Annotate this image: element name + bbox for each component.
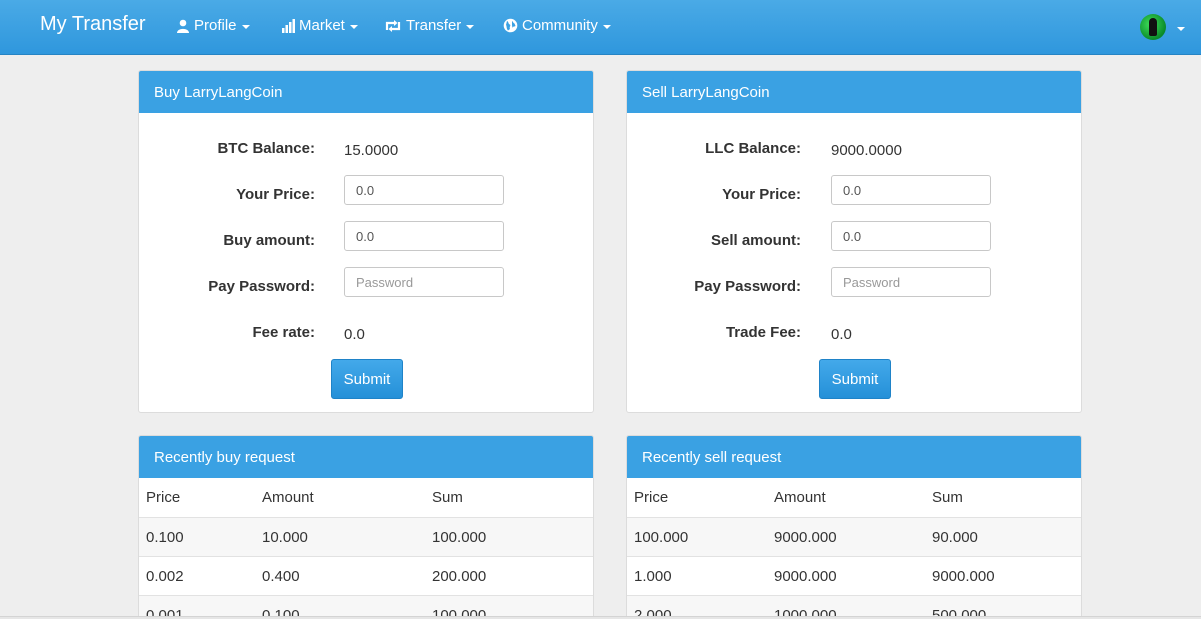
cell-price: 100.000 xyxy=(634,529,689,546)
column-header-amount: Amount xyxy=(774,489,826,506)
sell-submit-button[interactable]: Submit xyxy=(819,359,891,399)
table-row: 1.000 9000.000 9000.000 xyxy=(627,556,1081,595)
table-row: 0.002 0.400 200.000 xyxy=(139,556,593,595)
sell-panel-title: Sell LarryLangCoin xyxy=(627,71,1081,113)
trade-fee-label: Trade Fee: xyxy=(725,324,801,341)
user-menu-chevron-icon[interactable] xyxy=(1177,27,1185,31)
globe-icon xyxy=(503,18,518,33)
cell-amount: 0.400 xyxy=(262,568,300,585)
column-header-sum: Sum xyxy=(932,489,963,506)
cell-sum: 100.000 xyxy=(432,529,487,546)
sell-amount-input[interactable] xyxy=(831,221,991,251)
cell-sum: 9000.000 xyxy=(932,568,995,585)
chevron-down-icon xyxy=(241,24,250,29)
nav-profile[interactable]: Profile xyxy=(176,17,250,34)
buy-panel-title: Buy LarryLangCoin xyxy=(139,71,593,113)
btc-balance-label: BTC Balance: xyxy=(217,140,315,157)
buy-submit-button[interactable]: Submit xyxy=(331,359,403,399)
nav-transfer-label: Transfer xyxy=(406,17,462,34)
nav-market[interactable]: Market xyxy=(281,17,358,34)
buy-fee-rate-label: Fee rate: xyxy=(252,324,315,341)
cell-amount: 9000.000 xyxy=(774,568,837,585)
llc-balance-value: 9000.0000 xyxy=(831,142,902,159)
top-navbar: My Transfer Profile Market Transfer Comm… xyxy=(0,0,1201,55)
column-header-price: Price xyxy=(146,489,181,506)
user-avatar[interactable] xyxy=(1140,14,1166,40)
sell-pay-password-label: Pay Password: xyxy=(694,278,801,295)
trade-fee-value: 0.0 xyxy=(831,326,852,343)
cell-amount: 9000.000 xyxy=(774,529,837,546)
buy-price-label: Your Price: xyxy=(236,186,315,203)
cell-sum: 90.000 xyxy=(932,529,978,546)
chevron-down-icon xyxy=(466,24,475,29)
table-row: 0.100 10.000 100.000 xyxy=(139,517,593,556)
buy-fee-rate-value: 0.0 xyxy=(344,326,365,343)
buy-pay-password-label: Pay Password: xyxy=(208,278,315,295)
btc-balance-value: 15.0000 xyxy=(344,142,399,159)
nav-community-label: Community xyxy=(522,17,598,34)
sell-amount-label: Sell amount: xyxy=(710,232,801,249)
buy-price-input[interactable] xyxy=(344,175,504,205)
table-row: 100.000 9000.000 90.000 xyxy=(627,517,1081,556)
buy-amount-label: Buy amount: xyxy=(223,232,315,249)
buy-amount-input[interactable] xyxy=(344,221,504,251)
nav-transfer[interactable]: Transfer xyxy=(384,17,475,34)
cell-sum: 200.000 xyxy=(432,568,487,585)
bar-chart-icon xyxy=(282,18,295,33)
sell-pay-password-input[interactable] xyxy=(831,267,991,297)
cell-price: 0.002 xyxy=(146,568,184,585)
recent-buy-requests-title: Recently buy request xyxy=(139,436,593,478)
nav-community[interactable]: Community xyxy=(503,17,611,34)
column-header-sum: Sum xyxy=(432,489,463,506)
llc-balance-label: LLC Balance: xyxy=(705,140,801,157)
cell-amount: 10.000 xyxy=(262,529,308,546)
cell-price: 0.100 xyxy=(146,529,184,546)
retweet-icon xyxy=(385,19,401,32)
brand-link[interactable]: My Transfer xyxy=(40,13,146,36)
buy-panel: Buy LarryLangCoin BTC Balance: 15.0000 Y… xyxy=(138,70,594,413)
nav-profile-label: Profile xyxy=(194,17,237,34)
recent-sell-requests-panel: Recently sell request Price Amount Sum 1… xyxy=(626,435,1082,619)
buy-pay-password-input[interactable] xyxy=(344,267,504,297)
user-icon xyxy=(177,19,189,33)
column-header-price: Price xyxy=(634,489,669,506)
sell-panel: Sell LarryLangCoin LLC Balance: 9000.000… xyxy=(626,70,1082,413)
table-header-row: Price Amount Sum xyxy=(139,478,593,517)
table-header-row: Price Amount Sum xyxy=(627,478,1081,517)
column-header-amount: Amount xyxy=(262,489,314,506)
sell-price-input[interactable] xyxy=(831,175,991,205)
chevron-down-icon xyxy=(349,24,358,29)
recent-buy-requests-panel: Recently buy request Price Amount Sum 0.… xyxy=(138,435,594,619)
chevron-down-icon xyxy=(602,24,611,29)
nav-market-label: Market xyxy=(299,17,345,34)
sell-price-label: Your Price: xyxy=(722,186,801,203)
cell-price: 1.000 xyxy=(634,568,672,585)
recent-sell-requests-title: Recently sell request xyxy=(627,436,1081,478)
